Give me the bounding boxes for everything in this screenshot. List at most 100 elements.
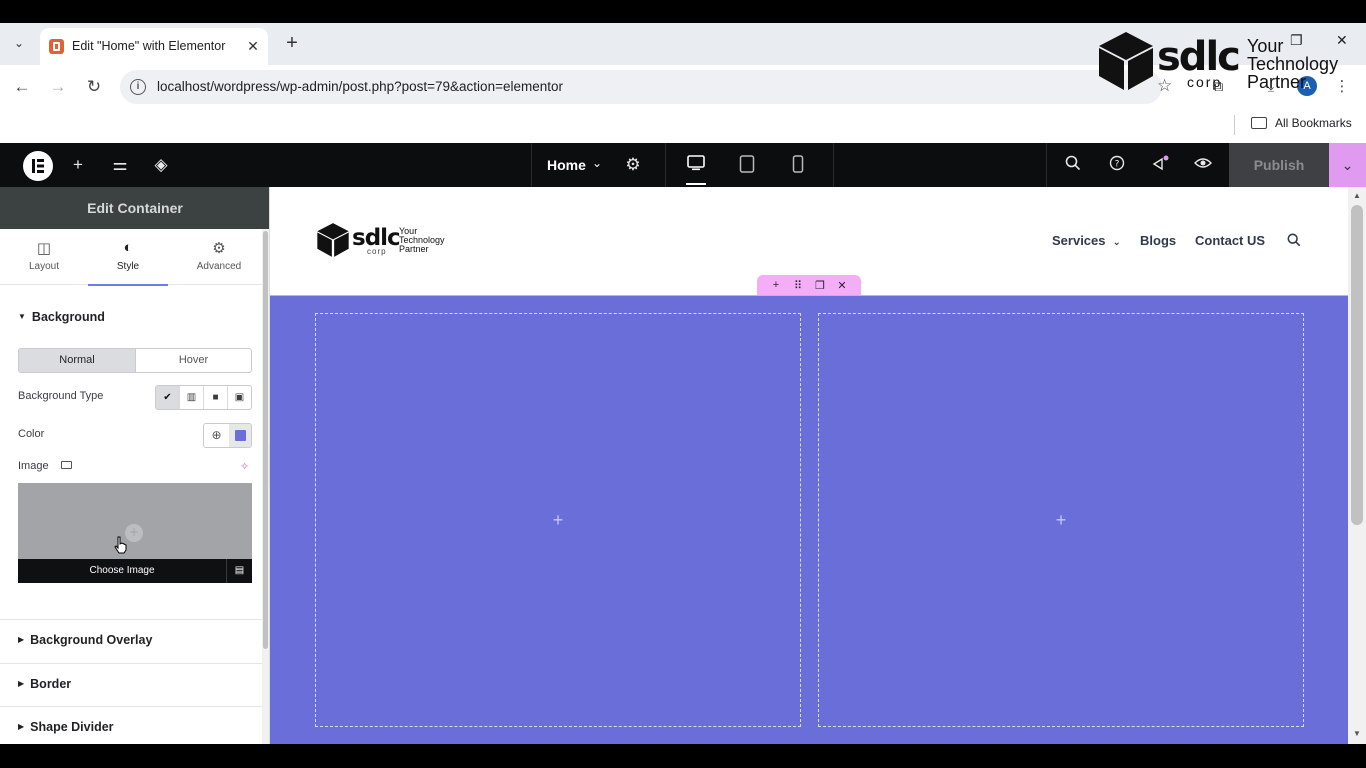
tab-title: Edit "Home" with Elementor	[72, 39, 226, 53]
panel-scrollbar[interactable]	[262, 229, 269, 744]
caret-right-icon: ▶	[18, 679, 25, 688]
divider	[665, 143, 666, 187]
address-bar[interactable]: i localhost/wordpress/wp-admin/post.php?…	[120, 70, 1172, 104]
section-label: Border	[30, 677, 72, 691]
url-text[interactable]: localhost/wordpress/wp-admin/post.php?po…	[157, 79, 563, 94]
chevron-down-icon: ⌄	[1112, 237, 1121, 248]
nav-contact[interactable]: Contact US	[1195, 233, 1265, 248]
section-label: Shape Divider	[30, 720, 114, 734]
choose-image-button[interactable]: Choose Image	[18, 559, 227, 583]
restore-window-icon[interactable]: ❐	[1290, 32, 1303, 49]
add-container-icon[interactable]: +	[769, 279, 783, 291]
state-normal-button[interactable]: Normal	[19, 349, 135, 372]
panel-title: Edit Container	[0, 187, 269, 229]
new-tab-button[interactable]: +	[282, 33, 302, 53]
caret-down-icon: ▼	[18, 312, 26, 321]
site-tagline-line: Partner	[399, 244, 429, 254]
gradient-icon[interactable]: ▥	[180, 386, 204, 409]
state-hover-button[interactable]: Hover	[135, 349, 251, 372]
media-library-icon[interactable]: ▤	[227, 559, 252, 583]
section-border-toggle[interactable]: ▶ Border	[18, 677, 71, 691]
forward-arrow-icon[interactable]: →	[46, 75, 70, 99]
style-icon: ◐	[123, 239, 133, 256]
all-bookmarks-link[interactable]: All Bookmarks	[1275, 116, 1352, 130]
cube-logo-icon	[1099, 32, 1153, 90]
image-chooser-bar: Choose Image ▤	[18, 559, 252, 583]
elementor-logo-icon[interactable]	[23, 151, 53, 181]
canvas-scrollbar[interactable]: ▲ ▼	[1348, 187, 1366, 744]
inner-container-left[interactable]: +	[315, 313, 801, 727]
global-colors-globe-icon[interactable]: ⊕	[204, 424, 229, 447]
caret-right-icon: ▶	[18, 722, 25, 731]
help-question-icon[interactable]: ?	[1107, 155, 1127, 175]
add-element-icon[interactable]: +	[68, 155, 88, 175]
chevron-down-icon[interactable]: ⌄	[592, 156, 602, 170]
bookmarks-separator	[1234, 115, 1235, 135]
whats-new-megaphone-icon[interactable]	[1150, 155, 1170, 175]
image-label: Image	[18, 460, 49, 472]
section-label: Background Overlay	[30, 633, 153, 647]
screen-top-border	[0, 0, 1366, 23]
section-background-toggle[interactable]: ▼ Background	[18, 310, 105, 324]
tab-style[interactable]: ◐ Style	[88, 229, 168, 286]
color-label: Color	[18, 428, 45, 440]
desktop-view-icon[interactable]	[686, 155, 706, 185]
section-divider	[0, 663, 262, 664]
state-switch: Normal Hover	[18, 348, 252, 373]
responsive-monitor-icon[interactable]	[61, 461, 72, 469]
ai-sparkle-icon[interactable]: ✧	[240, 460, 249, 473]
color-swatch[interactable]	[229, 424, 251, 447]
duplicate-icon[interactable]: ❐	[813, 279, 827, 292]
drag-handle-icon[interactable]: ⠿	[791, 279, 805, 292]
site-search-icon[interactable]	[1287, 233, 1301, 247]
preview-eye-icon[interactable]	[1193, 155, 1213, 175]
scroll-thumb[interactable]	[1351, 205, 1363, 525]
site-settings-sliders-icon[interactable]: ⚌	[110, 155, 130, 175]
section-background-overlay-toggle[interactable]: ▶ Background Overlay	[18, 633, 152, 647]
video-icon[interactable]: ■	[204, 386, 228, 409]
finder-search-icon[interactable]	[1063, 155, 1083, 175]
image-chooser[interactable]: + Choose Image ▤	[18, 483, 252, 583]
tab-label: Style	[116, 261, 140, 272]
page-selector[interactable]: Home	[547, 157, 586, 173]
gear-icon: ⚙	[212, 240, 226, 257]
section-shape-divider-toggle[interactable]: ▶ Shape Divider	[18, 720, 114, 734]
nav-blogs[interactable]: Blogs	[1140, 233, 1176, 248]
publish-options-chevron-icon[interactable]: ⌄	[1329, 143, 1366, 187]
tab-search-button[interactable]: ⌄	[7, 31, 31, 55]
watermark-tagline-line: Technology	[1247, 54, 1339, 74]
page-settings-gear-icon[interactable]: ⚙	[623, 155, 643, 175]
publish-button[interactable]: Publish	[1229, 143, 1329, 187]
brush-classic-icon[interactable]: ✔	[156, 386, 180, 409]
folder-icon[interactable]	[1251, 117, 1267, 129]
tablet-view-icon[interactable]	[737, 155, 757, 175]
add-widget-plus-icon[interactable]: +	[551, 510, 565, 530]
container-handle: + ⠿ ❐ ✕	[757, 275, 861, 295]
background-type-label: Background Type	[18, 390, 104, 402]
elementor-topbar: + ⚌ ◈ Home ⌄ ⚙ ? Publish ⌄	[0, 143, 1366, 187]
add-widget-plus-icon[interactable]: +	[1054, 510, 1068, 530]
tab-close-icon[interactable]: ✕	[244, 37, 262, 55]
delete-x-icon[interactable]: ✕	[835, 279, 849, 292]
structure-layers-icon[interactable]: ◈	[151, 155, 171, 175]
nav-label: Services	[1052, 233, 1106, 248]
tab-advanced[interactable]: ⚙ Advanced	[179, 229, 259, 285]
nav-services[interactable]: Services ⌄	[1052, 233, 1121, 248]
panel-tabs: ◫ Layout ◐ Style ⚙ Advanced	[0, 229, 262, 286]
scroll-down-arrow-icon[interactable]: ▼	[1351, 728, 1363, 740]
reload-icon[interactable]: ↻	[82, 75, 106, 99]
tab-layout[interactable]: ◫ Layout	[4, 229, 84, 285]
selected-container[interactable]: + +	[270, 295, 1348, 744]
close-window-icon[interactable]: ✕	[1336, 32, 1348, 49]
inner-container-right[interactable]: +	[818, 313, 1304, 727]
section-divider	[0, 619, 262, 620]
layout-icon: ◫	[36, 240, 52, 257]
scroll-up-arrow-icon[interactable]: ▲	[1351, 190, 1363, 202]
browser-tab-active[interactable]: Edit "Home" with Elementor ✕	[40, 28, 268, 65]
site-info-icon[interactable]: i	[130, 79, 146, 95]
svg-text:?: ?	[1115, 160, 1120, 170]
site-cube-logo-icon[interactable]	[316, 222, 350, 258]
back-arrow-icon[interactable]: ←	[10, 75, 34, 99]
mobile-view-icon[interactable]	[788, 155, 808, 175]
slideshow-icon[interactable]: ▣	[228, 386, 251, 409]
